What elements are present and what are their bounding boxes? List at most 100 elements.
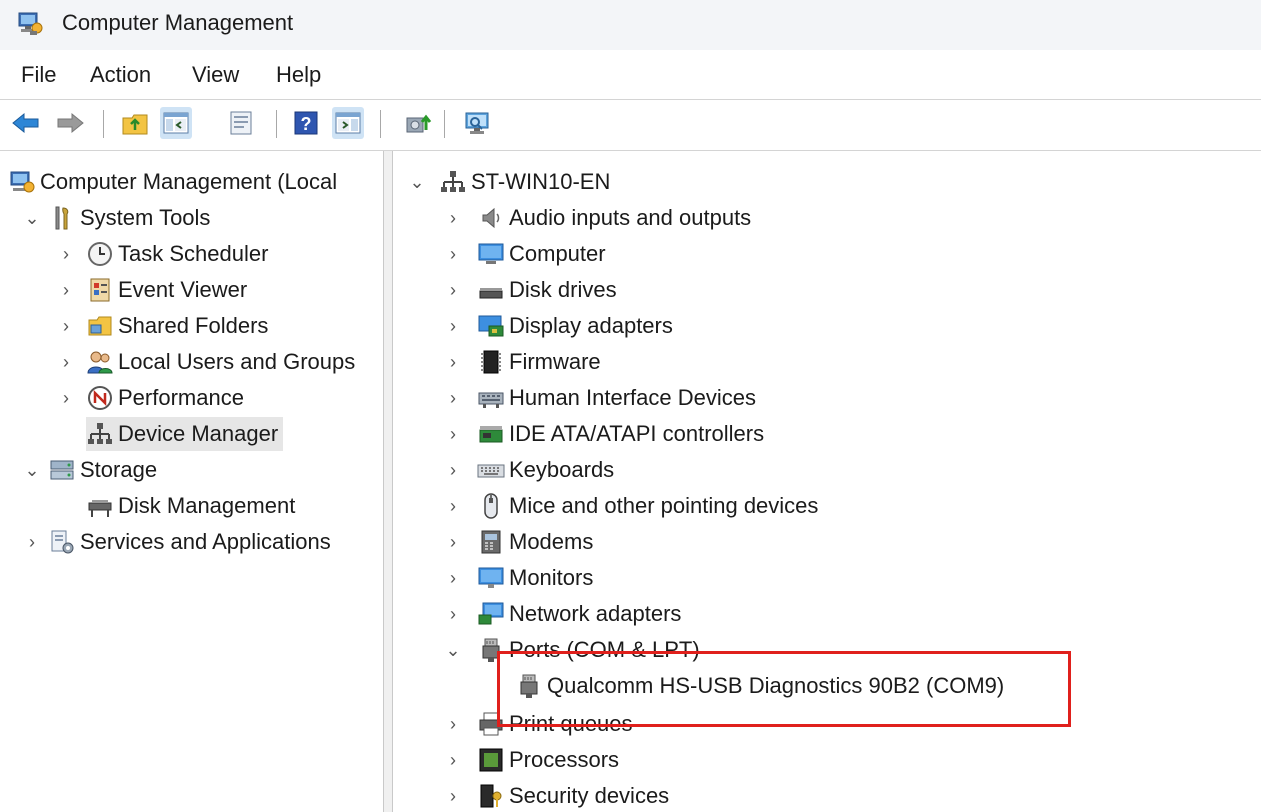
chevron-right-icon[interactable]: › — [443, 237, 463, 271]
device-category-hid[interactable]: Human Interface Devices — [477, 381, 761, 415]
disk-drive-icon — [479, 288, 503, 299]
chevron-right-icon[interactable]: › — [56, 237, 76, 271]
device-category-ide[interactable]: IDE ATA/ATAPI controllers — [477, 417, 769, 451]
scan-hardware-icon — [465, 112, 489, 134]
device-tree-root-label: ST-WIN10-EN — [471, 169, 611, 194]
users-icon — [87, 351, 113, 374]
performance-icon — [88, 386, 112, 410]
tree-item-computer-management[interactable]: Computer Management (Local — [8, 165, 342, 199]
window-title: Computer Management — [62, 10, 294, 35]
event-viewer-icon — [90, 278, 110, 302]
toolbar-separator — [276, 110, 277, 138]
tree-item-storage[interactable]: Storage — [48, 453, 162, 487]
title-bar: Computer Management — [0, 0, 1261, 50]
mouse-icon — [484, 493, 498, 519]
update-driver-button[interactable] — [402, 107, 434, 139]
device-category-firmware[interactable]: Firmware — [477, 345, 606, 379]
device-category-label: Processors — [509, 747, 620, 772]
tree-item-shared-folders[interactable]: Shared Folders — [86, 309, 273, 343]
device-category-network-adapters[interactable]: Network adapters — [477, 597, 686, 631]
up-button[interactable] — [119, 107, 151, 139]
chevron-down-icon[interactable]: ⌄ — [22, 201, 42, 235]
network-adapter-icon — [478, 602, 504, 625]
chevron-right-icon[interactable]: › — [443, 707, 463, 741]
menu-view[interactable]: View — [192, 60, 239, 90]
chevron-right-icon[interactable]: › — [56, 381, 76, 415]
tree-item-performance[interactable]: Performance — [86, 381, 249, 415]
tree-item-services-and-applications[interactable]: Services and Applications — [48, 525, 336, 559]
chevron-right-icon[interactable]: › — [443, 597, 463, 631]
back-button[interactable] — [10, 107, 42, 139]
chevron-right-icon[interactable]: › — [443, 779, 463, 812]
chevron-right-icon[interactable]: › — [443, 309, 463, 343]
svg-text:?: ? — [301, 114, 312, 134]
device-category-label: Disk drives — [509, 277, 617, 302]
chevron-right-icon[interactable]: › — [443, 273, 463, 307]
properties-button[interactable] — [225, 107, 257, 139]
storage-icon — [50, 460, 74, 480]
chevron-right-icon[interactable]: › — [56, 273, 76, 307]
device-category-display-adapters[interactable]: Display adapters — [477, 309, 678, 343]
menu-file[interactable]: File — [21, 60, 56, 90]
pane-splitter[interactable] — [383, 151, 393, 812]
chevron-right-icon[interactable]: › — [56, 309, 76, 343]
tree-item-label: Computer Management (Local — [40, 169, 338, 194]
tree-item-event-viewer[interactable]: Event Viewer — [86, 273, 252, 307]
chevron-right-icon[interactable]: › — [56, 345, 76, 379]
chevron-right-icon[interactable]: › — [443, 345, 463, 379]
port-connector-icon — [520, 674, 538, 698]
device-category-keyboards[interactable]: Keyboards — [477, 453, 619, 487]
chevron-right-icon[interactable]: › — [443, 381, 463, 415]
tree-item-local-users-and-groups[interactable]: Local Users and Groups — [86, 345, 360, 379]
device-category-monitors[interactable]: Monitors — [477, 561, 598, 595]
chevron-right-icon[interactable]: › — [443, 743, 463, 777]
device-category-label: Keyboards — [509, 457, 615, 482]
chevron-right-icon[interactable]: › — [443, 201, 463, 235]
device-category-print-queues[interactable]: Print queues — [477, 707, 638, 741]
chevron-right-icon[interactable]: › — [443, 525, 463, 559]
device-category-disk-drives[interactable]: Disk drives — [477, 273, 622, 307]
chevron-right-icon[interactable]: › — [443, 417, 463, 451]
up-folder-icon — [122, 114, 148, 135]
help-icon: ? — [294, 111, 318, 135]
processor-icon — [479, 748, 503, 772]
device-category-audio[interactable]: Audio inputs and outputs — [477, 201, 756, 235]
menu-action[interactable]: Action — [90, 60, 151, 90]
device-category-ports[interactable]: Ports (COM & LPT) — [477, 633, 705, 667]
menu-help[interactable]: Help — [276, 60, 321, 90]
chevron-right-icon[interactable]: › — [22, 525, 42, 559]
help-button[interactable]: ? — [290, 107, 322, 139]
device-category-modems[interactable]: Modems — [477, 525, 598, 559]
show-hide-action-pane-button[interactable] — [332, 107, 364, 139]
chevron-down-icon[interactable]: ⌄ — [22, 453, 42, 487]
device-tree-root[interactable]: ST-WIN10-EN — [439, 165, 615, 199]
chevron-right-icon[interactable]: › — [443, 561, 463, 595]
back-arrow-icon — [12, 112, 39, 134]
chevron-right-icon[interactable]: › — [443, 453, 463, 487]
chevron-right-icon[interactable]: › — [443, 489, 463, 523]
chevron-down-icon[interactable]: ⌄ — [443, 633, 463, 667]
device-category-label: Monitors — [509, 565, 594, 590]
device-category-security-devices[interactable]: Security devices — [477, 779, 674, 812]
forward-button[interactable] — [54, 107, 86, 139]
device-category-computer[interactable]: Computer — [477, 237, 611, 271]
show-hide-console-tree-button[interactable] — [160, 107, 192, 139]
device-qualcomm-diagnostics[interactable]: Qualcomm HS-USB Diagnostics 90B2 (COM9) — [515, 669, 1009, 703]
device-category-label: Mice and other pointing devices — [509, 493, 819, 518]
device-category-label: Human Interface Devices — [509, 385, 756, 410]
tree-item-disk-management[interactable]: Disk Management — [86, 489, 300, 523]
device-category-label: IDE ATA/ATAPI controllers — [509, 421, 765, 446]
device-category-mice[interactable]: Mice and other pointing devices — [477, 489, 823, 523]
show-hide-action-pane-icon — [335, 112, 361, 134]
tree-item-label: Local Users and Groups — [118, 349, 356, 374]
scan-hardware-button[interactable] — [461, 107, 493, 139]
services-icon — [51, 530, 74, 554]
device-category-processors[interactable]: Processors — [477, 743, 624, 777]
tree-item-system-tools[interactable]: System Tools — [48, 201, 215, 235]
tree-item-task-scheduler[interactable]: Task Scheduler — [86, 237, 273, 271]
tree-item-label: Services and Applications — [80, 529, 331, 554]
display-adapter-icon — [478, 315, 504, 337]
ide-controller-icon — [479, 426, 503, 443]
chevron-down-icon[interactable]: ⌄ — [407, 165, 427, 199]
tree-item-device-manager[interactable]: Device Manager — [86, 417, 284, 451]
